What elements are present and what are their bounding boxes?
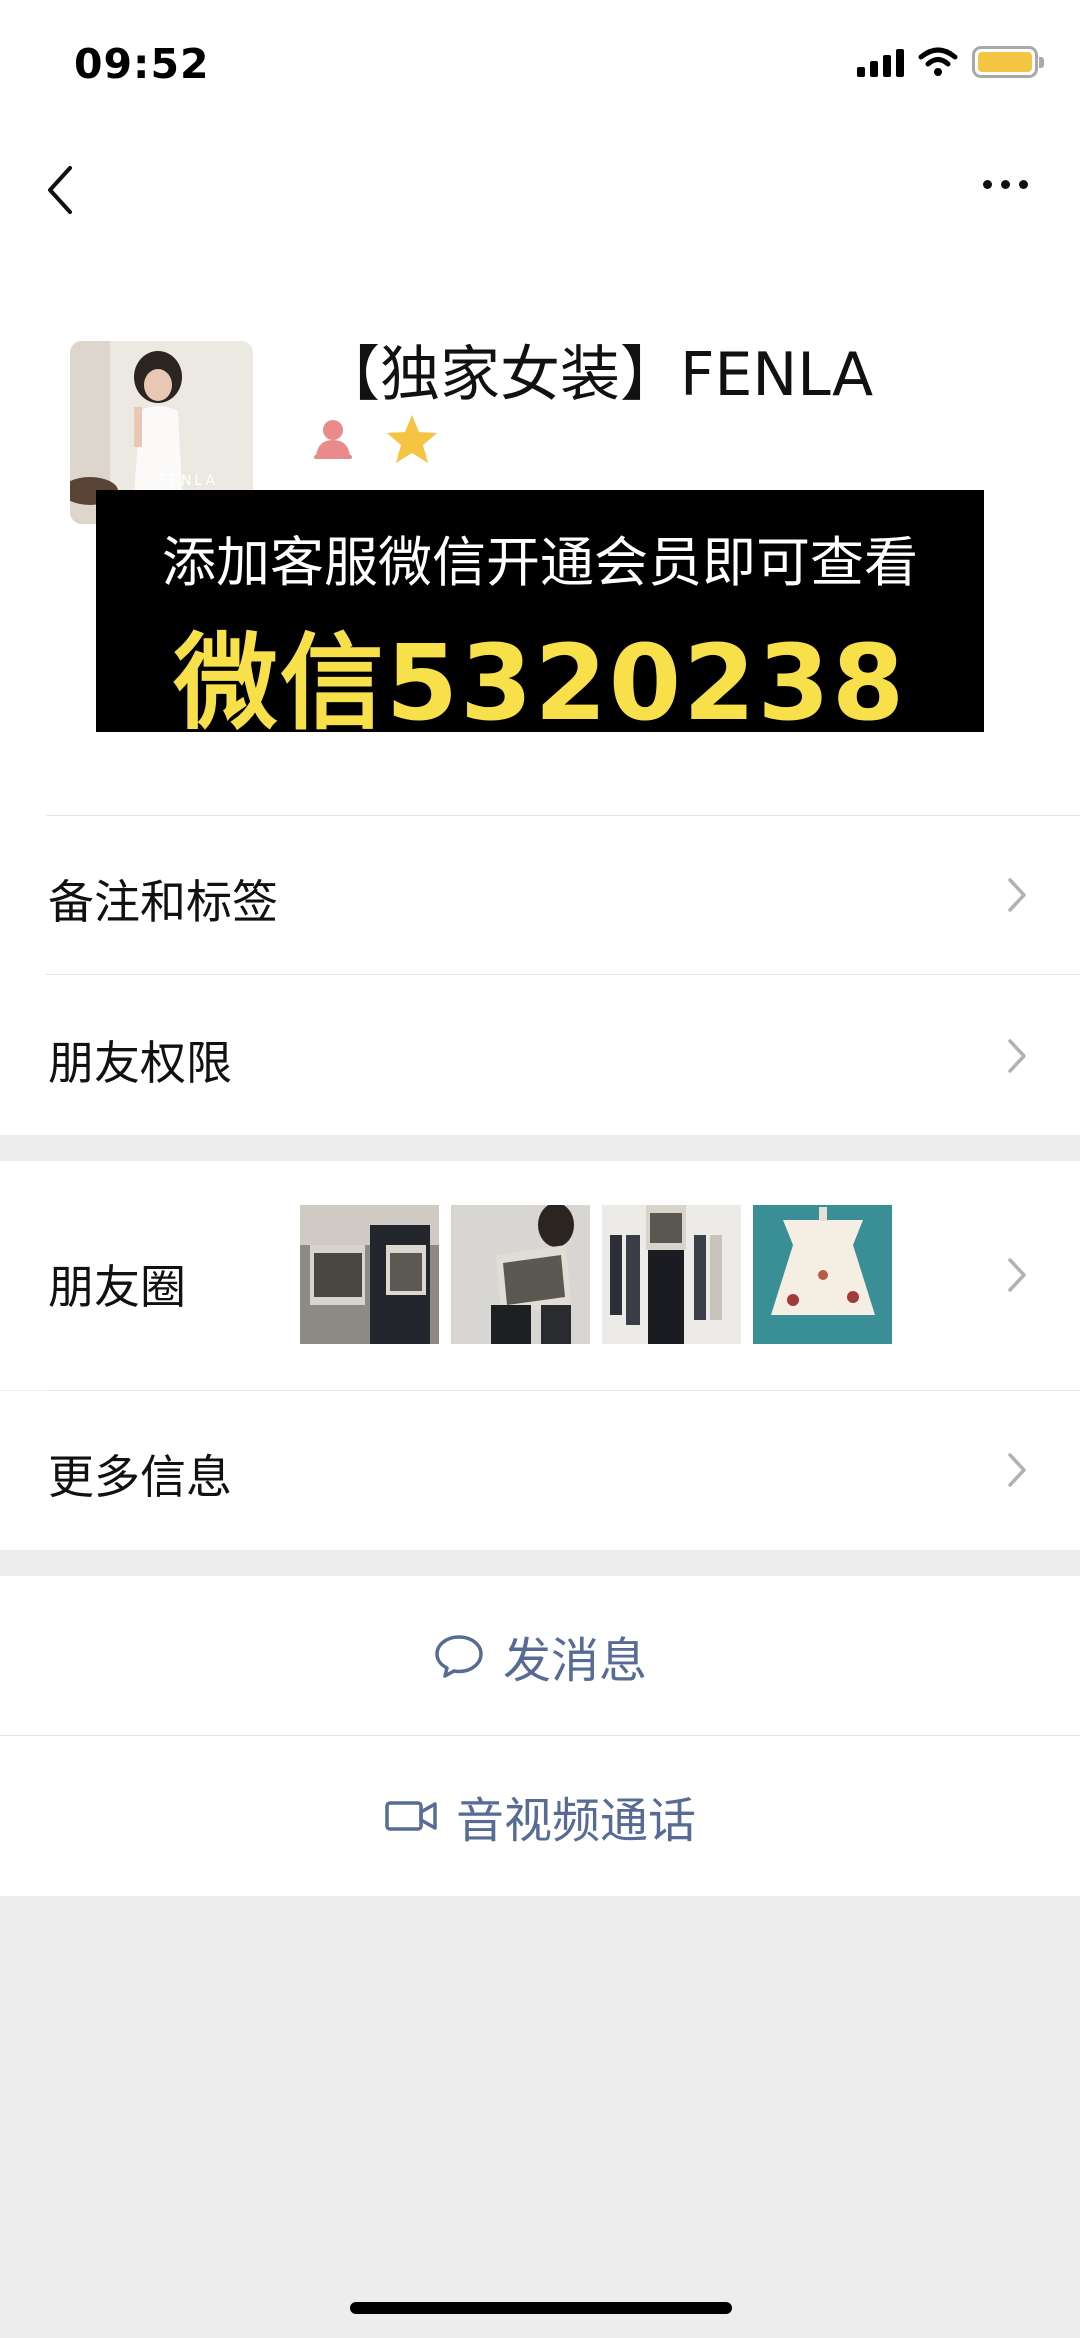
home-indicator[interactable]	[350, 2302, 732, 2314]
moments-thumbnail	[753, 1205, 892, 1344]
video-call-label: 音视频通话	[455, 1793, 696, 1849]
chevron-right-icon	[1008, 1039, 1026, 1073]
more-info-row[interactable]: 更多信息	[0, 1391, 1080, 1550]
wifi-icon	[918, 47, 958, 76]
battery-icon	[972, 46, 1044, 78]
chevron-right-icon	[1008, 1258, 1026, 1292]
banner-text-line2: 微信5320238	[173, 622, 907, 744]
chevron-right-icon	[1008, 878, 1026, 912]
remarks-tags-row[interactable]: 备注和标签	[0, 816, 1080, 974]
status-time: 09:52	[74, 40, 210, 88]
send-message-button[interactable]: 发消息	[0, 1576, 1080, 1735]
chat-bubble-icon	[435, 1634, 483, 1678]
remarks-tags-label: 备注和标签	[48, 875, 278, 929]
chevron-right-icon	[1008, 1453, 1026, 1487]
video-camera-icon	[385, 1801, 437, 1831]
back-icon[interactable]	[40, 160, 80, 220]
friend-permissions-row[interactable]: 朋友权限	[0, 975, 1080, 1135]
video-call-button[interactable]: 音视频通话	[0, 1736, 1080, 1896]
friend-permissions-label: 朋友权限	[48, 1036, 232, 1090]
banner-text-line1: 添加客服微信开通会员即可查看	[162, 531, 918, 594]
send-message-label: 发消息	[502, 1632, 647, 1689]
more-info-label: 更多信息	[48, 1450, 232, 1504]
moments-thumbnail	[451, 1205, 590, 1344]
avatar-watermark: FENLA	[158, 473, 219, 489]
moments-thumbnail	[602, 1205, 741, 1344]
contact-profile-screen: 09:52 FENLA 【独家女装】FENLA 添加客服微信开通会员即可查看 微…	[0, 0, 1080, 2338]
star-icon	[387, 415, 437, 463]
moments-thumbnail	[300, 1205, 439, 1344]
moments-thumbnails	[300, 1205, 892, 1344]
more-icon[interactable]	[983, 180, 1028, 189]
gender-female-icon	[314, 420, 352, 459]
profile-name: 【独家女装】FENLA	[320, 340, 874, 410]
status-icons	[857, 46, 1044, 78]
moments-label: 朋友圈	[48, 1260, 186, 1314]
cellular-signal-icon	[857, 47, 904, 77]
promo-banner: 添加客服微信开通会员即可查看 微信5320238	[96, 490, 984, 744]
